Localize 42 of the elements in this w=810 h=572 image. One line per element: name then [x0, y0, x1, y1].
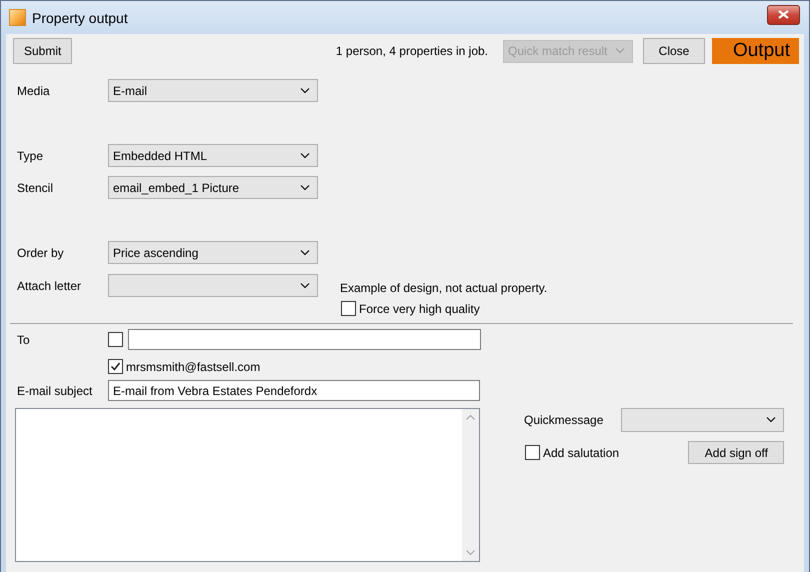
field-label: E-mail subject — [17, 384, 94, 398]
field-label: To — [17, 332, 31, 346]
to-field[interactable] — [128, 329, 481, 350]
field-label: Quickmessage — [524, 413, 604, 427]
caret-icon — [300, 88, 310, 94]
checkbox-label[interactable]: Add salutation — [543, 446, 620, 460]
scrollbar[interactable] — [462, 409, 479, 561]
field-label: Stencil — [17, 180, 54, 194]
field-label: Type — [17, 148, 44, 162]
dropdown[interactable]: email_embed_1 Picture — [108, 176, 318, 199]
checkbox[interactable] — [341, 301, 356, 316]
app-icon — [9, 9, 26, 26]
checkbox-label[interactable]: mrsmsmith@fastsell.com — [126, 360, 260, 374]
design-note: Example of design, not actual property. — [340, 280, 548, 294]
subject-field[interactable]: E-mail from Vebra Estates Pendefordx — [108, 380, 480, 401]
caret-icon — [300, 152, 310, 158]
caret-icon — [766, 417, 776, 423]
close-window-button[interactable] — [767, 4, 800, 24]
field-label: Media — [17, 84, 51, 98]
scroll-up-icon[interactable] — [466, 415, 475, 420]
close-button[interactable]: Close — [643, 38, 705, 64]
scroll-down-icon[interactable] — [466, 550, 475, 555]
checkbox[interactable] — [525, 445, 540, 460]
checkbox-label[interactable]: Force very high quality — [359, 302, 480, 316]
close-icon — [778, 10, 789, 19]
field-label: Attach letter — [17, 278, 82, 292]
checkbox[interactable] — [108, 332, 123, 347]
caret-icon — [300, 282, 310, 288]
dropdown[interactable]: Embedded HTML — [108, 144, 318, 167]
dropdown[interactable]: E-mail — [108, 79, 318, 102]
submit-button[interactable]: Submit — [13, 38, 72, 64]
caret-icon — [300, 250, 310, 256]
message-field[interactable] — [15, 408, 480, 562]
caret-icon — [615, 48, 625, 54]
window-title: Property output — [32, 10, 129, 26]
caret-icon — [300, 184, 310, 190]
dropdown[interactable]: Price ascending — [108, 241, 318, 264]
output-button[interactable]: Output — [712, 38, 799, 64]
checkbox[interactable] — [108, 359, 123, 374]
add-sign-off-button[interactable]: Add sign off — [688, 441, 784, 464]
field-label: Order by — [17, 246, 65, 260]
job-summary: 1 person, 4 properties in job. — [336, 44, 488, 58]
